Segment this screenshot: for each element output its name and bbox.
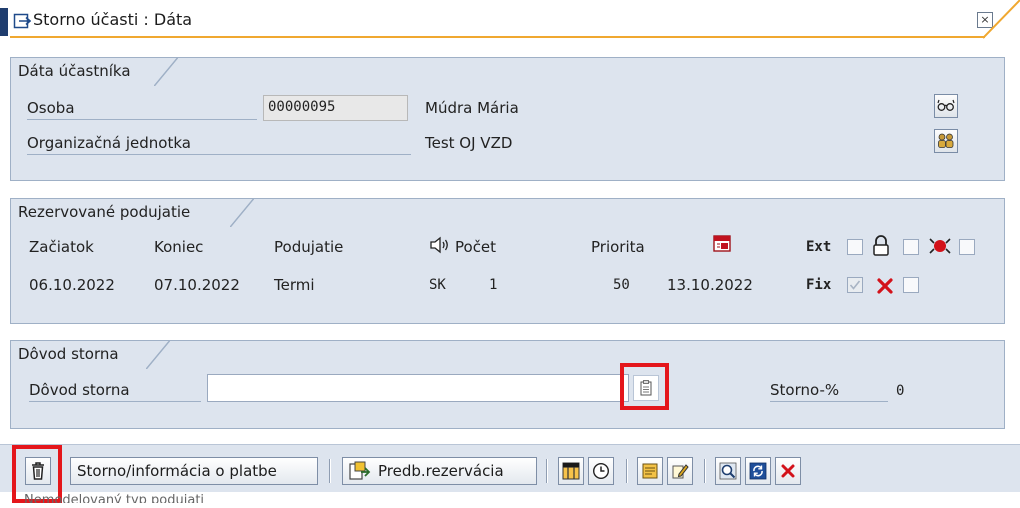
- notes-icon: [642, 463, 658, 479]
- booked-event-group: Rezervované podujatie Začiatok Koniec Po…: [10, 198, 1005, 324]
- glasses-button[interactable]: [934, 94, 958, 118]
- title-underline: [10, 36, 985, 38]
- checkmark-icon: [849, 280, 861, 290]
- table-button[interactable]: [558, 457, 584, 485]
- start-header: Začiatok: [29, 238, 94, 256]
- value-help-highlight: [620, 363, 669, 410]
- application-toolbar: Storno/informácia o platbe Predb.rezervá…: [0, 444, 1020, 508]
- end-value: 07.10.2022: [154, 276, 240, 294]
- window-title: Storno účasti : Dáta: [33, 10, 193, 29]
- status-bar-text: Nemodelovaný typ podujati: [24, 493, 205, 503]
- calendar-icon: [713, 235, 731, 252]
- cancel-icon: [781, 464, 795, 478]
- reason-label: Dôvod storna: [29, 381, 201, 402]
- alert-icon: [929, 238, 951, 254]
- lock-checkbox[interactable]: [903, 239, 919, 255]
- search-icon: [719, 462, 737, 480]
- start-value: 06.10.2022: [29, 276, 115, 294]
- refresh-button[interactable]: [745, 457, 771, 485]
- clock-icon: [592, 462, 610, 480]
- refresh-icon: [749, 462, 767, 480]
- fix-label: Fix: [806, 277, 832, 293]
- window-exit-icon: [13, 13, 31, 29]
- people-button[interactable]: [934, 129, 958, 153]
- main-area: Dáta účastníka Osoba 00000095 Múdra Mári…: [0, 40, 1020, 460]
- toolbar-separator: [546, 459, 548, 483]
- fix-checkbox[interactable]: [847, 277, 863, 293]
- cancel-x-icon: [877, 278, 893, 294]
- table-icon: [562, 462, 580, 480]
- person-name: Múdra Mária: [425, 99, 519, 117]
- org-unit-value: Test OJ VZD: [425, 134, 513, 152]
- title-accent-bar: [0, 8, 8, 36]
- edit-pencil-icon: [672, 464, 689, 479]
- toolbar-separator: [704, 459, 706, 483]
- find-button[interactable]: [715, 457, 741, 485]
- people-icon: [938, 133, 954, 148]
- language-value: SK: [429, 277, 446, 293]
- alert-checkbox[interactable]: [959, 239, 975, 255]
- storno-pct-value: 0: [896, 383, 905, 399]
- title-bar: Storno účasti : Dáta ×: [0, 0, 1020, 40]
- history-button[interactable]: [588, 457, 614, 485]
- lock-icon: [873, 235, 889, 256]
- glasses-icon: [937, 99, 955, 111]
- notes-button[interactable]: [637, 457, 663, 485]
- event-header: Podujatie: [274, 238, 344, 256]
- priority-value: 50: [613, 277, 630, 293]
- count-header: Počet: [455, 238, 497, 256]
- person-id-field[interactable]: 00000095: [263, 95, 408, 121]
- ext-checkbox[interactable]: [847, 239, 863, 255]
- edit-button[interactable]: [667, 457, 693, 485]
- storno-info-button[interactable]: Storno/informácia o platbe: [70, 457, 318, 485]
- prebook-button[interactable]: Predb.rezervácia: [342, 457, 537, 485]
- participant-group-title: Dáta účastníka: [10, 57, 178, 86]
- org-unit-label: Organizačná jednotka: [27, 134, 411, 155]
- end-header: Koniec: [154, 238, 204, 256]
- prebook-icon: [349, 461, 371, 480]
- toolbar-separator: [626, 459, 628, 483]
- toolbar-separator: [329, 459, 331, 483]
- prebook-label: Predb.rezervácia: [378, 462, 504, 480]
- date-value: 13.10.2022: [667, 276, 753, 294]
- ext-label: Ext: [806, 239, 832, 255]
- cancel-checkbox[interactable]: [903, 277, 919, 293]
- count-value: 1: [489, 277, 498, 293]
- reason-group: Dôvod storna Dôvod storna Storno-% 0: [10, 340, 1005, 429]
- speaker-icon: [430, 236, 448, 254]
- corner-decoration: [983, 0, 1020, 39]
- cancel-button[interactable]: [775, 457, 801, 485]
- reason-group-title: Dôvod storna: [10, 340, 170, 369]
- reason-input[interactable]: [207, 374, 629, 402]
- booked-event-group-title: Rezervované podujatie: [10, 198, 254, 227]
- storno-pct-label: Storno-%: [770, 381, 888, 402]
- priority-header: Priorita: [591, 238, 645, 256]
- participant-group: Dáta účastníka Osoba 00000095 Múdra Mári…: [10, 57, 1005, 181]
- event-value: Termi: [274, 276, 315, 294]
- person-label: Osoba: [27, 99, 257, 120]
